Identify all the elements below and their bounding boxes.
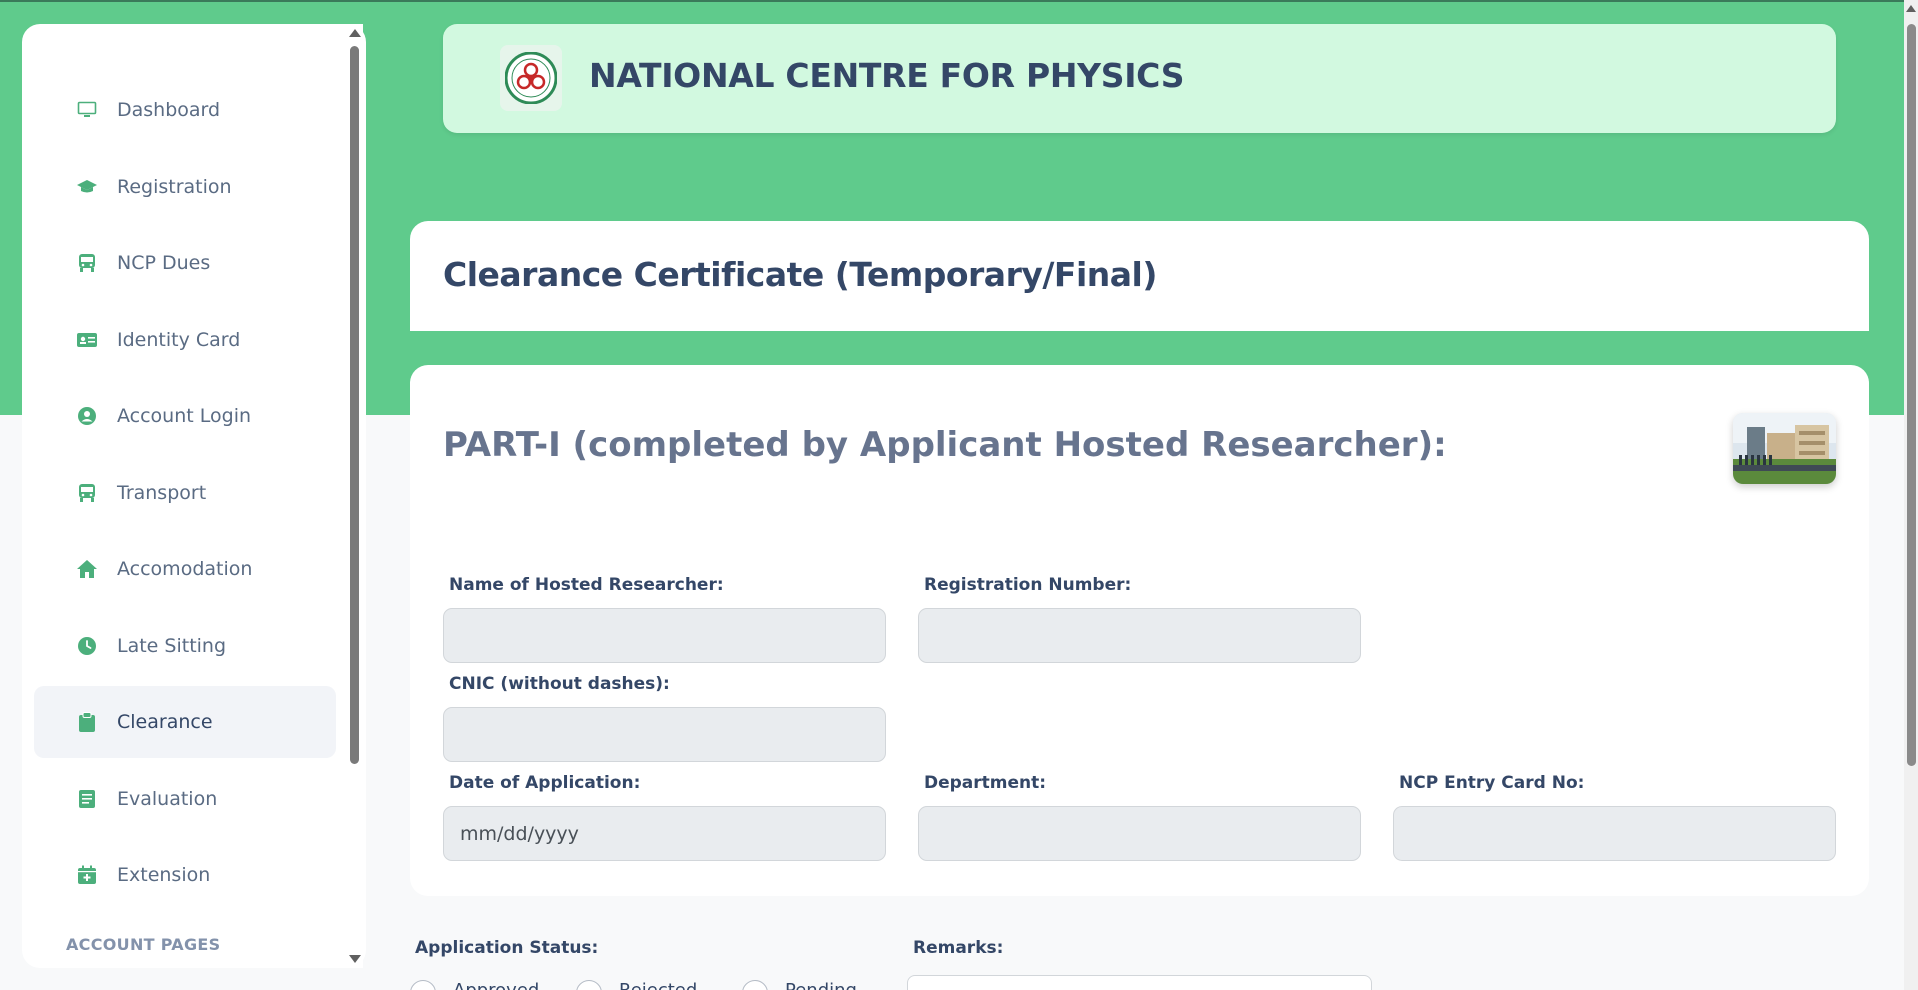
part-one-title: PART-I (completed by Applicant Hosted Re… — [443, 425, 1447, 465]
entry-card-number-field[interactable] — [1393, 806, 1836, 861]
department-field[interactable] — [918, 806, 1361, 861]
sidebar-item-label: Evaluation — [117, 788, 218, 810]
bus-icon — [76, 252, 98, 274]
remarks-input[interactable] — [907, 975, 1372, 990]
cnic-label: CNIC (without dashes): — [449, 674, 670, 694]
sidebar-item-late-sitting[interactable]: Late Sitting — [34, 610, 336, 682]
status-approved-radio[interactable] — [410, 980, 436, 990]
scroll-up-arrow-icon[interactable] — [1906, 5, 1916, 12]
sidebar-item-extension[interactable]: Extension — [34, 839, 336, 911]
clock-icon — [76, 635, 98, 657]
page-title-card: Clearance Certificate (Temporary/Final) — [410, 221, 1869, 331]
sidebar-item-label: Registration — [117, 176, 232, 198]
cnic-field[interactable] — [443, 707, 886, 762]
scroll-up-arrow-icon[interactable] — [349, 29, 361, 37]
status-pending-label: Pending — [785, 980, 857, 990]
user-circle-icon — [76, 405, 98, 427]
sidebar-item-label: Clearance — [117, 711, 213, 733]
application-status-label: Application Status: — [415, 938, 599, 958]
monitor-icon — [76, 99, 98, 121]
status-pending-radio[interactable] — [742, 980, 768, 990]
sidebar-item-label: Transport — [117, 482, 207, 504]
hosted-researcher-name-field[interactable] — [443, 608, 886, 663]
page-title: Clearance Certificate (Temporary/Final) — [443, 255, 1157, 294]
sidebar-item-label: Identity Card — [117, 329, 241, 351]
sidebar-item-transport[interactable]: Transport — [34, 457, 336, 529]
site-title: NATIONAL CENTRE FOR PHYSICS — [589, 56, 1185, 95]
department-label: Department: — [924, 773, 1047, 793]
application-date-field[interactable]: mm/dd/yyyy — [443, 806, 886, 861]
home-icon — [76, 558, 98, 580]
status-rejected-radio[interactable] — [576, 980, 602, 990]
sidebar-scrollbar-thumb[interactable] — [350, 46, 359, 764]
clearance-form-card: PART-I (completed by Applicant Hosted Re… — [410, 365, 1869, 896]
registration-number-label: Registration Number: — [924, 575, 1132, 595]
sidebar-item-ncp-dues[interactable]: NCP Dues — [34, 227, 336, 299]
sidebar-item-label: Dashboard — [117, 99, 221, 121]
sidebar: Dashboard Registration NCP Dues Identity… — [22, 24, 366, 968]
page-scrollbar-thumb[interactable] — [1907, 24, 1916, 766]
sidebar-item-dashboard[interactable]: Dashboard — [34, 74, 336, 146]
registration-number-field[interactable] — [918, 608, 1361, 663]
sidebar-item-clearance[interactable]: Clearance — [34, 686, 336, 758]
scroll-down-arrow-icon[interactable] — [349, 955, 361, 963]
header-banner: NATIONAL CENTRE FOR PHYSICS — [443, 24, 1836, 133]
clipboard-icon — [76, 711, 98, 733]
application-date-label: Date of Application: — [449, 773, 641, 793]
id-card-icon — [76, 329, 98, 351]
bus-icon — [76, 482, 98, 504]
sidebar-item-label: Late Sitting — [117, 635, 227, 657]
sidebar-item-account-login[interactable]: Account Login — [34, 380, 336, 452]
book-icon — [76, 788, 98, 810]
sidebar-item-label: Accomodation — [117, 558, 253, 580]
ncp-logo — [500, 45, 562, 111]
remarks-label: Remarks: — [913, 938, 1004, 958]
calendar-plus-icon — [76, 864, 98, 886]
sidebar-item-registration[interactable]: Registration — [34, 151, 336, 223]
sidebar-scrollbar[interactable] — [345, 24, 363, 968]
campus-building-image — [1733, 413, 1836, 484]
graduation-cap-icon — [76, 176, 98, 198]
sidebar-item-accomodation[interactable]: Accomodation — [34, 533, 336, 605]
sidebar-item-label: NCP Dues — [117, 252, 211, 274]
sidebar-item-evaluation[interactable]: Evaluation — [34, 763, 336, 835]
hosted-researcher-name-label: Name of Hosted Researcher: — [449, 575, 724, 595]
sidebar-item-identity-card[interactable]: Identity Card — [34, 304, 336, 376]
sidebar-item-label: Extension — [117, 864, 211, 886]
sidebar-section-label: ACCOUNT PAGES — [66, 935, 221, 954]
status-approved-label: Approved — [453, 980, 539, 990]
status-rejected-label: Rejected — [619, 980, 697, 990]
page-scrollbar[interactable] — [1904, 0, 1918, 990]
sidebar-item-label: Account Login — [117, 405, 252, 427]
entry-card-number-label: NCP Entry Card No: — [1399, 773, 1585, 793]
